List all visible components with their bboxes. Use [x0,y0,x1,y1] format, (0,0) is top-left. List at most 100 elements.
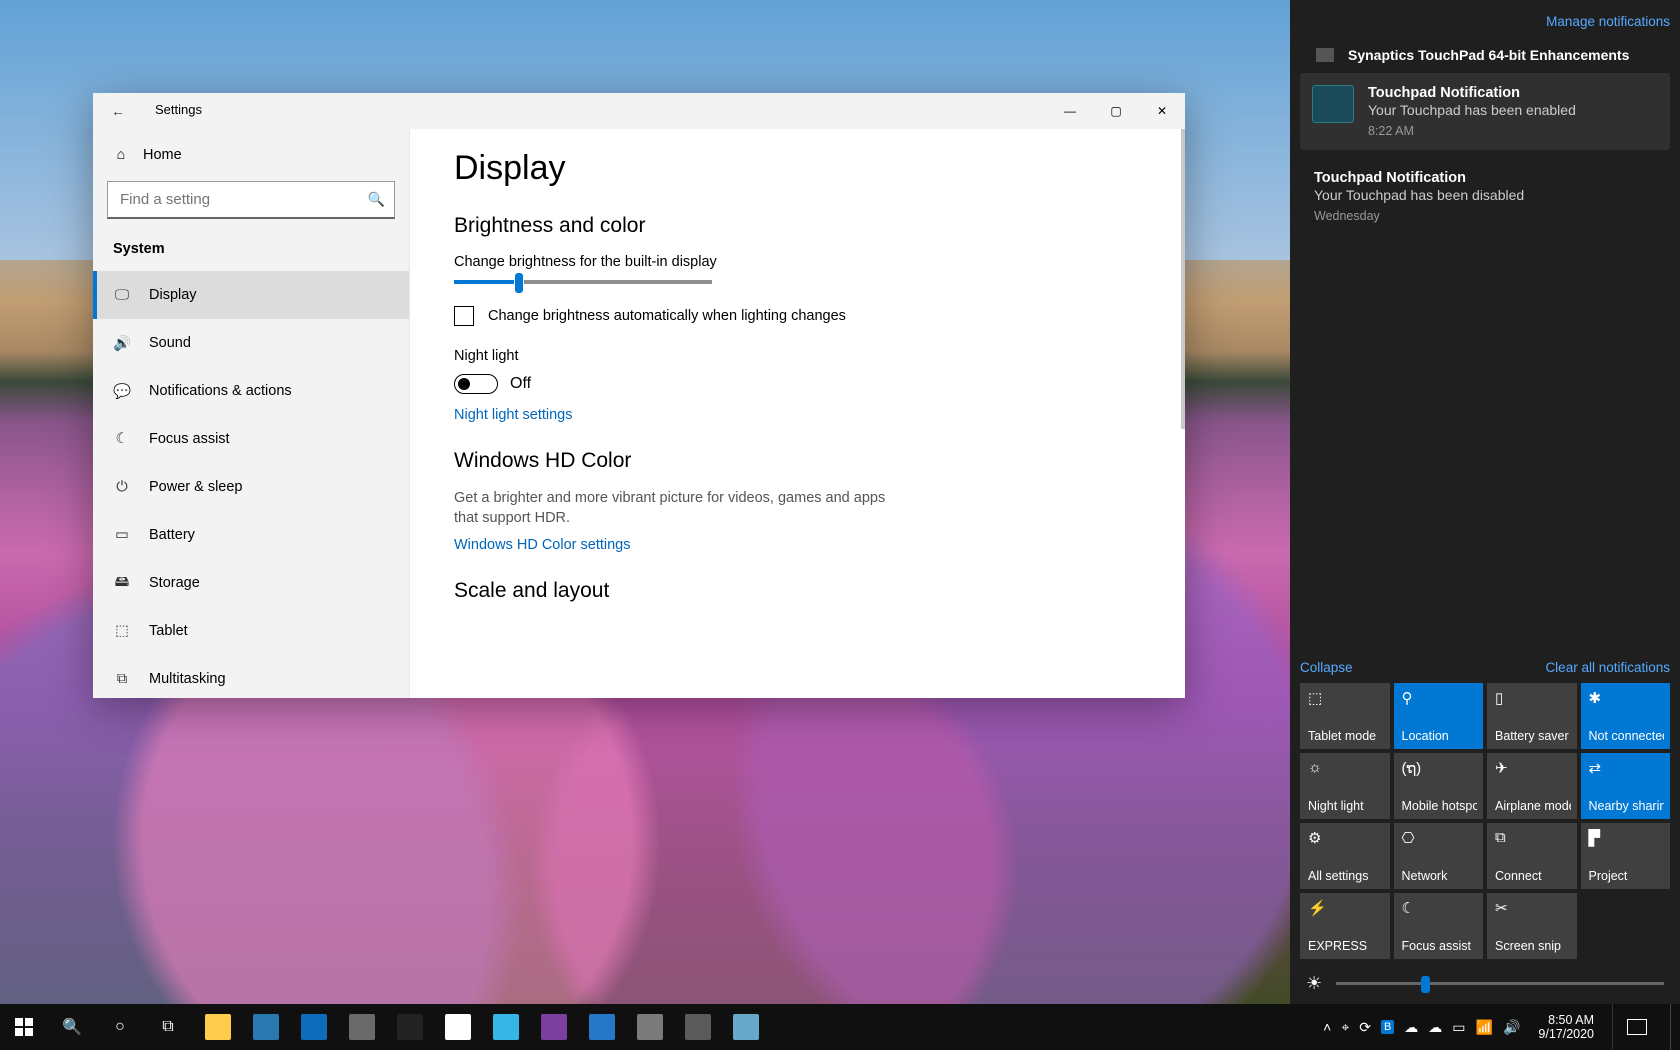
quick-action-project[interactable]: ▛Project [1581,823,1671,889]
quick-action-airplane-mode[interactable]: ✈Airplane mode [1487,753,1577,819]
quick-action-express[interactable]: ⚡EXPRESS [1300,893,1390,959]
update-icon[interactable]: ⟳ [1359,1019,1371,1036]
sidebar-item-power-sleep[interactable]: ⏻Power & sleep [93,463,409,511]
brightness-quick-slider[interactable]: ☀ [1300,973,1670,994]
action-center-button[interactable] [1612,1004,1660,1050]
quick-action-screen-snip[interactable]: ✂Screen snip [1487,893,1577,959]
task-view-button[interactable]: ⧉ [144,1004,192,1050]
quick-action-connect[interactable]: ⧉Connect [1487,823,1577,889]
scroll-thumb[interactable] [1181,129,1185,429]
sidebar-item-tablet[interactable]: ⬚Tablet [93,607,409,655]
tile-icon: ▛ [1589,829,1601,847]
brightness-thumb[interactable] [1421,976,1430,993]
tile-label: Night light [1308,799,1384,813]
system-tray[interactable]: ˄ ⌖ ⟳ B ☁ ☁ ▭ 📶 🔊 [1323,1019,1520,1036]
manage-notifications-link[interactable]: Manage notifications [1300,14,1670,29]
taskbar-app-ms-store[interactable] [242,1004,290,1050]
quick-action-night-light[interactable]: ☼Night light [1300,753,1390,819]
tile-label: Mobile hotspot [1402,799,1478,813]
quick-action-nearby-sharing[interactable]: ⇄Nearby sharing [1581,753,1671,819]
sidebar-item-storage[interactable]: 🖴Storage [93,559,409,607]
sidebar-item-focus-assist[interactable]: ☾Focus assist [93,415,409,463]
show-desktop-button[interactable] [1670,1004,1678,1050]
tile-icon: ⧉ [1495,829,1506,846]
weather-icon[interactable]: ☁ [1428,1019,1442,1036]
quick-action-not-connected[interactable]: ✱Not connected [1581,683,1671,749]
quick-action-focus-assist[interactable]: ☾Focus assist [1394,893,1484,959]
sidebar-item-notifications-actions[interactable]: 💬 Notifications & actions [93,367,409,415]
hd-color-link[interactable]: Windows HD Color settings [454,537,630,553]
tile-icon: ▯ [1495,689,1503,707]
sidebar-item-sound[interactable]: 🔊Sound [93,319,409,367]
notification-item[interactable]: Touchpad Notification Your Touchpad has … [1300,160,1670,233]
scrollbar[interactable] [1181,129,1185,698]
clock[interactable]: 8:50 AM 9/17/2020 [1538,1013,1594,1042]
home-item[interactable]: ⌂ Home [93,141,409,169]
night-light-toggle[interactable]: Off [454,374,1185,394]
collapse-link[interactable]: Collapse [1300,660,1353,675]
brightness-slider[interactable] [454,280,712,284]
quick-action-mobile-hotspot[interactable]: (ຖ)Mobile hotspot [1394,753,1484,819]
quick-action-location[interactable]: ⚲Location [1394,683,1484,749]
tile-icon: ⇄ [1589,759,1602,777]
sidebar-item-multitasking[interactable]: ⧉Multitasking [93,655,409,698]
notification-item[interactable]: Touchpad Notification Your Touchpad has … [1300,73,1670,150]
taskbar-app-notepad[interactable] [722,1004,770,1050]
taskbar-app-edge[interactable] [482,1004,530,1050]
sidebar-item-label: Notifications & actions [149,383,292,399]
search-button[interactable]: 🔍 [48,1004,96,1050]
taskbar-app-chrome[interactable] [434,1004,482,1050]
quick-action-all-settings[interactable]: ⚙All settings [1300,823,1390,889]
sidebar-item-label: Power & sleep [149,479,243,495]
brightness-label: Change brightness for the built-in displ… [454,254,1185,270]
volume-icon[interactable]: 🔊 [1503,1019,1520,1036]
onedrive-icon[interactable]: ☁ [1404,1019,1418,1036]
quick-action-tablet-mode[interactable]: ⬚Tablet mode [1300,683,1390,749]
brightness-track[interactable] [1336,982,1664,985]
taskbar-app-printer[interactable] [338,1004,386,1050]
search-input[interactable] [107,181,395,219]
tile-icon: ✈ [1495,759,1508,777]
checkbox-icon [454,306,474,326]
auto-brightness-checkbox[interactable]: Change brightness automatically when lig… [454,306,1185,326]
sidebar-item-display[interactable]: 🖵Display [93,271,409,319]
titlebar[interactable]: ← Settings — ▢ ✕ [93,93,1185,129]
night-light-label: Night light [454,348,1185,364]
date-label: 9/17/2020 [1538,1027,1594,1041]
taskbar-app-onenote[interactable] [530,1004,578,1050]
taskbar-app-app1[interactable] [626,1004,674,1050]
quick-action-battery-saver[interactable]: ▯Battery saver [1487,683,1577,749]
tile-label: Location [1402,729,1478,743]
quick-action-network[interactable]: ⎔Network [1394,823,1484,889]
sidebar-item-label: Display [149,287,197,303]
search-box[interactable]: 🔍 [107,181,395,219]
wifi-icon[interactable]: 📶 [1476,1019,1493,1036]
taskbar-app-app2[interactable] [674,1004,722,1050]
tile-icon: ⬚ [1308,689,1322,707]
taskbar-app-mail[interactable] [290,1004,338,1050]
notification-message: Your Touchpad has been disabled [1314,187,1524,203]
brightness-icon: ☀ [1306,973,1322,994]
maximize-button[interactable]: ▢ [1093,93,1139,129]
search-icon: 🔍 [368,191,385,208]
slider-thumb[interactable] [514,272,524,294]
start-button[interactable] [0,1004,48,1050]
cortana-button[interactable]: ○ [96,1004,144,1050]
minimize-button[interactable]: — [1047,93,1093,129]
close-button[interactable]: ✕ [1139,93,1185,129]
taskbar-app-file-explorer[interactable] [194,1004,242,1050]
tile-label: Screen snip [1495,939,1571,953]
storage-icon: 🖴 [113,571,131,596]
sidebar-item-battery[interactable]: ▭Battery [93,511,409,559]
hd-color-desc: Get a brighter and more vibrant picture … [454,489,904,528]
taskbar-app-winterm[interactable] [386,1004,434,1050]
clear-all-link[interactable]: Clear all notifications [1545,660,1670,675]
battery-icon[interactable]: ▭ [1452,1019,1465,1036]
bluetooth-icon[interactable]: B [1381,1020,1394,1034]
chevron-up-icon[interactable]: ˄ [1323,1019,1331,1035]
night-light-settings-link[interactable]: Night light settings [454,407,572,423]
back-button[interactable]: ← [111,103,125,119]
taskbar-app-onedrive[interactable] [578,1004,626,1050]
location-icon[interactable]: ⌖ [1341,1019,1349,1036]
notifications-actions-icon: 💬 [113,383,131,400]
